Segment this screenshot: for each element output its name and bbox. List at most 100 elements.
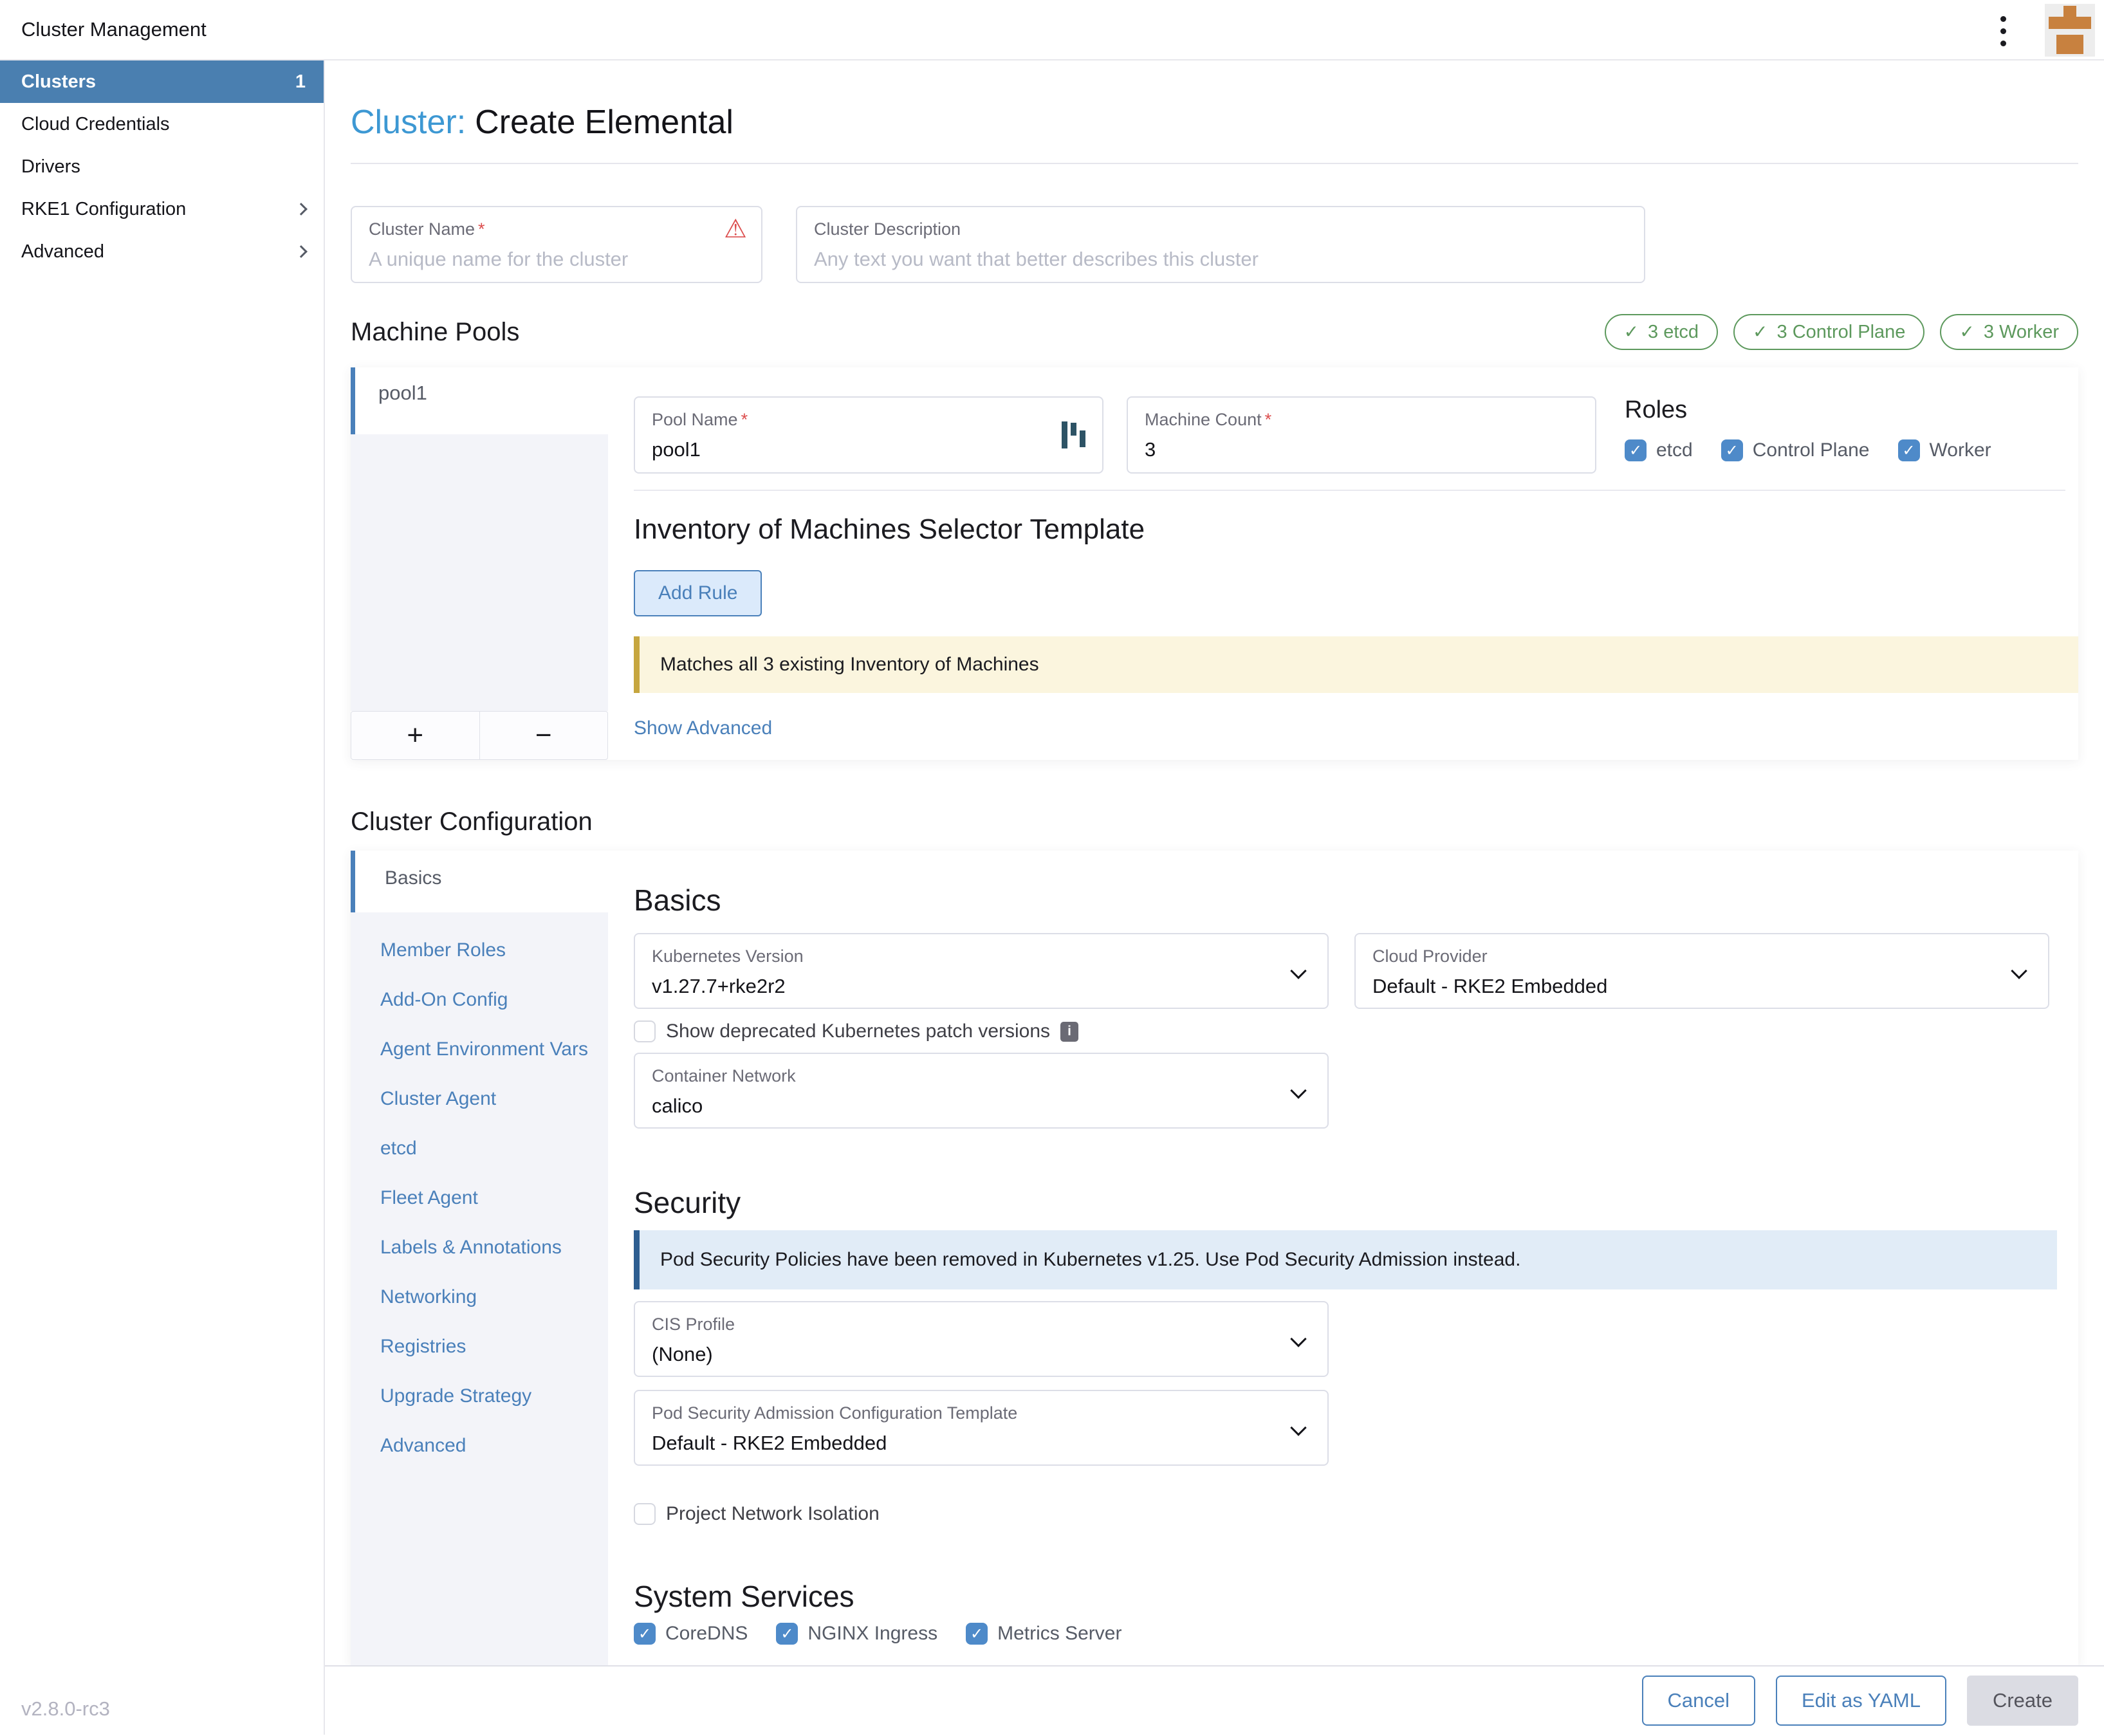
security-heading: Security xyxy=(634,1185,2078,1220)
title-divider xyxy=(351,163,2078,164)
psa-template-select[interactable]: Pod Security Admission Configuration Tem… xyxy=(634,1390,1329,1466)
kubernetes-version-select[interactable]: Kubernetes Version v1.27.7+rke2r2 xyxy=(634,933,1329,1009)
top-bar: Cluster Management xyxy=(0,0,2104,60)
sidebar-item-advanced[interactable]: Advanced xyxy=(0,230,324,273)
worker-count-badge: 3 Worker xyxy=(1940,314,2078,350)
psa-template-value: Default - RKE2 Embedded xyxy=(652,1432,1311,1455)
info-icon[interactable]: i xyxy=(1060,1022,1078,1042)
clusters-count-badge: 1 xyxy=(295,71,306,93)
randomize-name-icon[interactable] xyxy=(1062,421,1085,449)
service-checkbox-coredns[interactable]: CoreDNS xyxy=(634,1623,748,1645)
chevron-right-icon xyxy=(295,245,308,258)
cloud-provider-select[interactable]: Cloud Provider Default - RKE2 Embedded xyxy=(1354,933,2049,1009)
matches-banner: Matches all 3 existing Inventory of Mach… xyxy=(634,636,2078,693)
config-tab-basics[interactable]: Basics xyxy=(351,851,608,912)
page-title-prefix-link[interactable]: Cluster: xyxy=(351,104,466,141)
checkbox-checked-icon xyxy=(1898,439,1920,461)
config-tab-strip: Basics Member Roles Add-On Config Agent … xyxy=(351,851,608,1665)
check-icon xyxy=(1959,321,1974,343)
machine-count-value: 3 xyxy=(1145,438,1578,461)
cis-profile-select[interactable]: CIS Profile (None) xyxy=(634,1301,1329,1377)
cluster-name-placeholder: A unique name for the cluster xyxy=(369,248,744,271)
sidebar-item-drivers[interactable]: Drivers xyxy=(0,145,324,188)
machine-count-label: Machine Count xyxy=(1145,410,1262,429)
add-pool-button[interactable]: + xyxy=(351,712,480,759)
cluster-description-placeholder: Any text you want that better describes … xyxy=(814,248,1627,271)
create-button[interactable]: Create xyxy=(1967,1676,2078,1726)
service-checkbox-nginx-ingress[interactable]: NGINX Ingress xyxy=(776,1623,937,1645)
show-advanced-link[interactable]: Show Advanced xyxy=(634,717,772,739)
checkbox-checked-icon xyxy=(776,1623,798,1645)
config-tab-upgrade-strategy[interactable]: Upgrade Strategy xyxy=(380,1385,608,1407)
main-content: Cluster:Create Elemental Cluster Name* A… xyxy=(325,60,2104,1665)
container-network-label: Container Network xyxy=(652,1066,1311,1086)
config-content: Basics Kubernetes Version v1.27.7+rke2r2… xyxy=(608,851,2078,1665)
pool-tab-pool1[interactable]: pool1 xyxy=(351,367,608,434)
kebab-menu-icon[interactable] xyxy=(2000,16,2006,46)
pool-add-remove-controls: + − xyxy=(351,711,608,760)
deprecated-versions-label: Show deprecated Kubernetes patch version… xyxy=(666,1020,1050,1042)
config-tab-advanced[interactable]: Advanced xyxy=(380,1435,608,1457)
config-tab-fleet-agent[interactable]: Fleet Agent xyxy=(380,1187,608,1209)
cis-profile-label: CIS Profile xyxy=(652,1315,1311,1334)
cloud-provider-value: Default - RKE2 Embedded xyxy=(1372,975,2031,998)
cancel-button[interactable]: Cancel xyxy=(1642,1676,1756,1726)
config-tab-member-roles[interactable]: Member Roles xyxy=(380,939,608,961)
cluster-name-label: Cluster Name xyxy=(369,219,475,239)
sidebar-item-clusters[interactable]: Clusters 1 xyxy=(0,60,324,103)
role-checkbox-worker[interactable]: Worker xyxy=(1898,439,1991,461)
deprecated-versions-checkbox[interactable] xyxy=(634,1020,656,1042)
machine-pools-panel: pool1 + − Pool Name* pool1 xyxy=(351,367,2078,760)
checkbox-checked-icon xyxy=(634,1623,656,1645)
config-tab-labels-annotations[interactable]: Labels & Annotations xyxy=(380,1237,608,1259)
config-tab-cluster-agent[interactable]: Cluster Agent xyxy=(380,1088,608,1110)
warning-icon: ⚠ xyxy=(724,216,747,242)
role-checkbox-etcd[interactable]: etcd xyxy=(1625,439,1693,461)
check-icon xyxy=(1753,321,1767,343)
basics-heading: Basics xyxy=(634,883,2078,918)
required-asterisk: * xyxy=(1265,410,1272,429)
container-network-select[interactable]: Container Network calico xyxy=(634,1053,1329,1129)
inventory-selector-heading: Inventory of Machines Selector Template xyxy=(634,513,2078,546)
required-asterisk: * xyxy=(741,410,748,429)
config-tab-add-on-config[interactable]: Add-On Config xyxy=(380,989,608,1011)
kubernetes-version-label: Kubernetes Version xyxy=(652,946,1311,966)
checkbox-checked-icon xyxy=(966,1623,988,1645)
cluster-name-field[interactable]: Cluster Name* A unique name for the clus… xyxy=(351,206,762,283)
config-tab-etcd[interactable]: etcd xyxy=(380,1138,608,1159)
sidebar-item-rke1-configuration[interactable]: RKE1 Configuration xyxy=(0,188,324,230)
config-tab-networking[interactable]: Networking xyxy=(380,1286,608,1308)
service-checkbox-metrics-server[interactable]: Metrics Server xyxy=(966,1623,1121,1645)
config-tab-registries[interactable]: Registries xyxy=(380,1336,608,1358)
psa-template-label: Pod Security Admission Configuration Tem… xyxy=(652,1403,1311,1423)
brush-icon xyxy=(2063,6,2076,17)
role-checkbox-control-plane[interactable]: Control Plane xyxy=(1721,439,1870,461)
roles-section: Roles etcd Control Plane xyxy=(1625,396,1991,474)
chevron-right-icon xyxy=(295,203,308,216)
required-asterisk: * xyxy=(478,219,485,239)
roles-heading: Roles xyxy=(1625,396,1991,424)
edit-as-yaml-button[interactable]: Edit as YAML xyxy=(1776,1676,1946,1726)
remove-pool-button[interactable]: − xyxy=(480,712,608,759)
project-network-isolation-checkbox[interactable] xyxy=(634,1503,656,1525)
cluster-description-field[interactable]: Cluster Description Any text you want th… xyxy=(796,206,1645,283)
config-tab-agent-environment-vars[interactable]: Agent Environment Vars xyxy=(380,1039,608,1060)
cluster-configuration-heading: Cluster Configuration xyxy=(351,808,2078,836)
cis-profile-value: (None) xyxy=(652,1343,1311,1366)
page-title: Cluster:Create Elemental xyxy=(351,103,2078,142)
sidebar-item-cloud-credentials[interactable]: Cloud Credentials xyxy=(0,103,324,145)
sidebar: Clusters 1 Cloud Credentials Drivers RKE… xyxy=(0,60,325,1735)
machine-pools-heading: Machine Pools xyxy=(351,318,519,347)
pool-divider xyxy=(634,490,2065,491)
machine-count-field[interactable]: Machine Count* 3 xyxy=(1127,396,1596,474)
pool-name-field[interactable]: Pool Name* pool1 xyxy=(634,396,1103,474)
pool-name-label: Pool Name xyxy=(652,410,738,429)
etcd-count-badge: 3 etcd xyxy=(1605,314,1718,350)
checkbox-checked-icon xyxy=(1625,439,1647,461)
add-rule-button[interactable]: Add Rule xyxy=(634,570,762,616)
container-network-value: calico xyxy=(652,1094,1311,1118)
project-network-isolation-label: Project Network Isolation xyxy=(666,1503,880,1525)
version-label: v2.8.0-rc3 xyxy=(21,1697,110,1721)
user-avatar[interactable] xyxy=(2045,4,2095,57)
control-plane-count-badge: 3 Control Plane xyxy=(1733,314,1924,350)
